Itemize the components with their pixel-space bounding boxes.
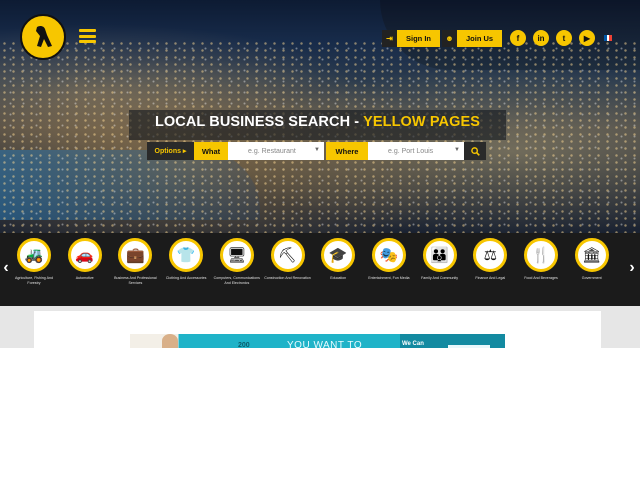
flag-stripe xyxy=(609,35,613,41)
category-icon-circle: ⛏ xyxy=(270,238,305,272)
search-title-main: LOCAL BUSINESS SEARCH - xyxy=(154,114,364,130)
scales-icon: ⚖ xyxy=(483,247,498,264)
shirt-icon: 👕 xyxy=(176,247,196,264)
advert-banner[interactable]: 200 YOU WANT TO We Can xyxy=(130,334,505,348)
advert-person-image xyxy=(162,334,178,348)
what-placeholder: e.g. Restaurant xyxy=(248,147,296,155)
category-icon-circle: 🎓 xyxy=(321,238,356,272)
page-blank-area xyxy=(0,348,640,480)
category-label: Government xyxy=(581,276,602,280)
category-icon-circle: 👪 xyxy=(422,238,457,272)
chevron-down-icon: ▼ xyxy=(454,147,460,153)
user-add-icon: ☻ xyxy=(442,30,457,47)
category-icon-circle: 🚜 xyxy=(17,238,51,272)
twitter-icon[interactable]: t xyxy=(556,30,572,46)
tractor-icon: 🚜 xyxy=(24,247,44,264)
facebook-icon[interactable]: f xyxy=(510,30,526,46)
youtube-icon[interactable]: ▶ xyxy=(579,30,595,46)
category-icon-circle: 🍴 xyxy=(524,238,558,272)
category-icon-circle: ⚖ xyxy=(473,238,508,272)
graduation-cap-icon: 🎓 xyxy=(328,247,348,264)
monitor-icon: 🖥 xyxy=(227,247,247,264)
linkedin-icon[interactable]: in xyxy=(533,30,549,46)
category-icon-circle: 🚗 xyxy=(67,238,102,272)
sign-in-label: Sign In xyxy=(406,34,431,43)
search-title-brand: YELLOW PAGES xyxy=(363,114,481,130)
what-label: What xyxy=(194,142,228,160)
carousel-next-icon[interactable]: › xyxy=(626,258,638,278)
government-building-icon: 🏛 xyxy=(582,247,602,264)
walking-fingers-icon xyxy=(36,25,52,47)
language-flag-icon[interactable] xyxy=(604,35,613,41)
search-button[interactable] xyxy=(464,142,486,160)
category-icon-circle: 👕 xyxy=(169,238,204,272)
category-item[interactable]: 🏛 Government xyxy=(562,238,622,281)
key-icon: ⇥ xyxy=(382,30,397,47)
what-select[interactable]: e.g. Restaurant ▼ xyxy=(228,142,324,160)
search-title: LOCAL BUSINESS SEARCH - YELLOW PAGES xyxy=(129,114,506,130)
menu-hamburger-icon[interactable] xyxy=(79,29,96,43)
sign-in-button[interactable]: ⇥ Sign In xyxy=(382,30,440,47)
briefcase-icon: 💼 xyxy=(126,247,145,264)
where-select[interactable]: e.g. Port Louis ▼ xyxy=(368,142,464,160)
where-label: Where xyxy=(326,142,368,160)
worker-icon: ⛏ xyxy=(277,247,298,264)
category-icon-circle: 🎭 xyxy=(371,238,406,272)
family-icon: 👪 xyxy=(430,247,449,264)
advert-headline: YOU WANT TO xyxy=(287,340,363,348)
advert-side-text: We Can xyxy=(402,341,424,347)
options-button[interactable]: Options ▸ xyxy=(147,142,194,160)
cutlery-icon: 🍴 xyxy=(531,247,551,264)
chevron-down-icon: ▼ xyxy=(314,147,320,153)
search-form: Options ▸ What e.g. Restaurant ▼ Where e… xyxy=(147,142,486,160)
where-placeholder: e.g. Port Louis xyxy=(388,147,434,155)
yellow-pages-logo[interactable] xyxy=(20,14,66,60)
category-icon-circle: 💼 xyxy=(118,238,153,272)
car-icon: 🚗 xyxy=(75,247,95,264)
join-us-button[interactable]: ☻ Join Us xyxy=(442,30,503,47)
theater-masks-icon: 🎭 xyxy=(379,247,399,264)
category-icon-circle: 🏛 xyxy=(574,238,609,272)
join-us-label: Join Us xyxy=(466,34,494,43)
search-icon xyxy=(470,146,480,156)
category-icon-circle: 🖥 xyxy=(219,238,254,272)
